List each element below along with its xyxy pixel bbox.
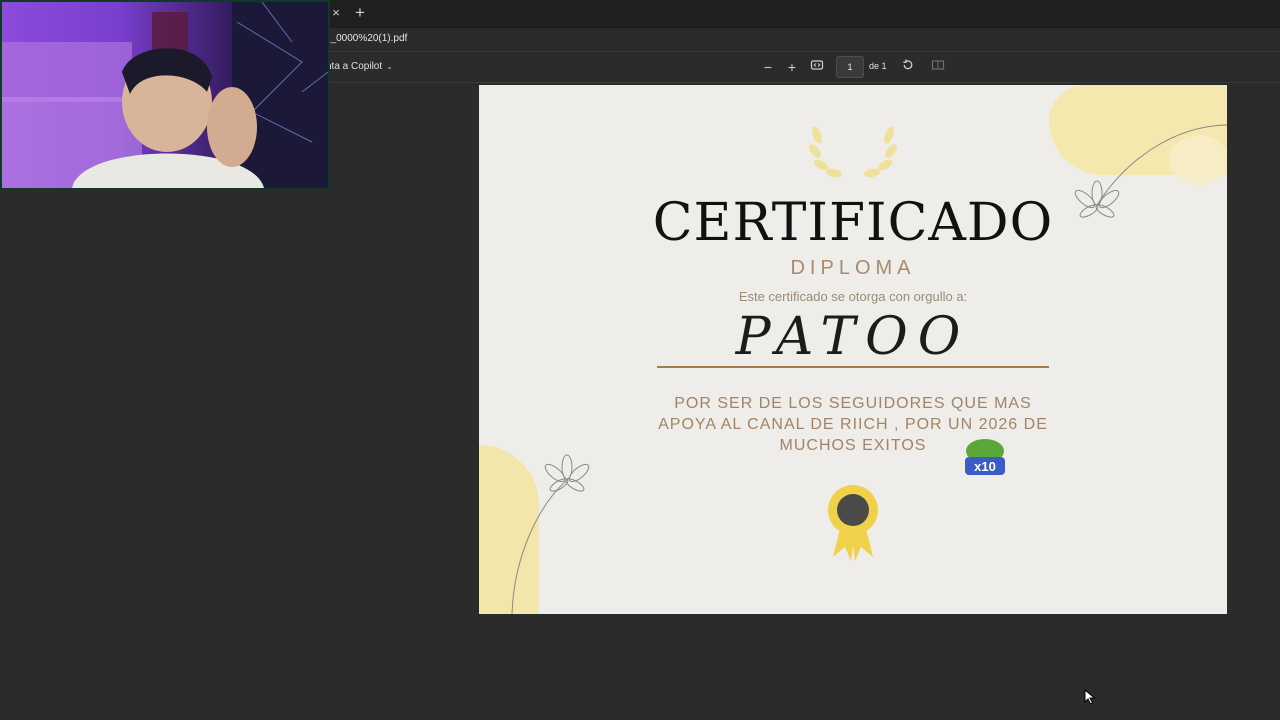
pdf-page-certificate: CERTIFICADO DIPLOMA Este certificado se … (479, 85, 1227, 614)
certificate-intro: Este certificado se otorga con orgullo a… (738, 289, 968, 304)
zoom-out-button[interactable]: − (759, 58, 777, 76)
recipient-name: PATOO (735, 307, 971, 367)
certificate-subtitle: DIPLOMA (790, 257, 916, 279)
url-text[interactable]: 2_0000%20(1).pdf (325, 33, 407, 44)
screen-root: × + 2_0000%20(1).pdf nta a Copilot ⌄ − + … (0, 0, 1280, 720)
flower-icon (511, 454, 590, 614)
certificate-title: CERTIFICADO (652, 193, 1054, 253)
webcam-overlay (0, 0, 330, 190)
copilot-label: nta a Copilot (326, 61, 383, 72)
certificate-body: POR SER DE LOS SEGUIDORES QUE MAS APOYA … (658, 395, 1048, 454)
rotate-button[interactable] (899, 58, 917, 76)
signature-line (657, 366, 1049, 368)
new-tab-button[interactable]: + (352, 4, 368, 22)
two-page-view-button[interactable] (929, 58, 947, 76)
emote-label: x10 (974, 459, 996, 474)
tab-close-button[interactable]: × (329, 5, 343, 21)
webcam-feed (2, 2, 328, 188)
page-number-input[interactable]: 1 (836, 56, 864, 78)
laurel-icon (809, 126, 897, 178)
seal-icon (828, 485, 878, 561)
mouse-cursor-icon (1084, 689, 1096, 705)
chevron-down-icon: ⌄ (386, 62, 393, 71)
copilot-dropdown[interactable]: nta a Copilot ⌄ (326, 61, 393, 72)
fit-page-button[interactable] (808, 58, 826, 76)
rotate-icon (903, 59, 913, 70)
page-count-label: de 1 (869, 61, 887, 71)
page-view-icon (931, 60, 945, 70)
fit-page-icon (810, 60, 824, 70)
zoom-in-button[interactable]: + (783, 58, 801, 76)
